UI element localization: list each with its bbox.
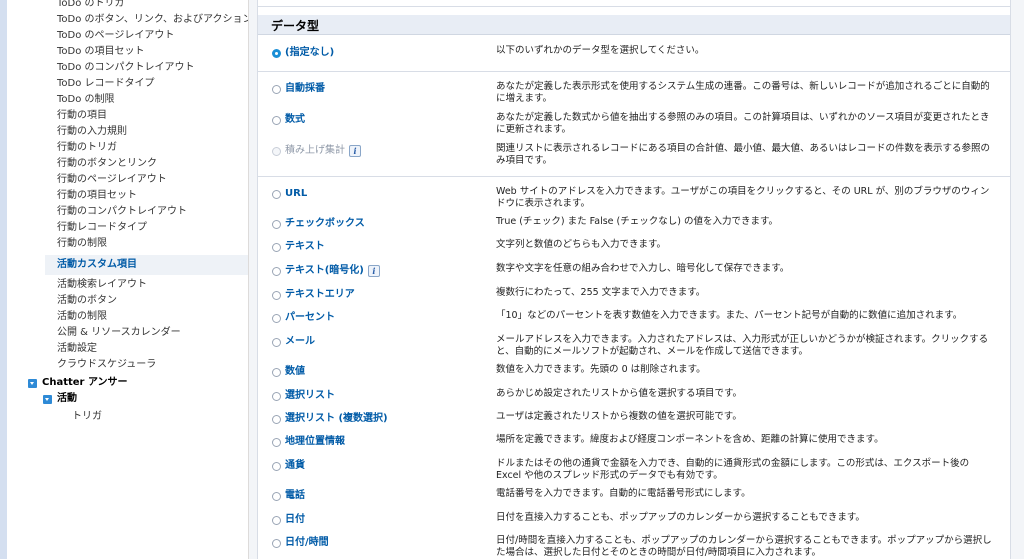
type-label-text[interactable]: テキスト [285,241,325,253]
sidebar-item-todo-compact-layouts[interactable]: ToDo のコンパクトレイアウト [57,62,195,74]
radio-email[interactable] [272,338,281,347]
type-desc-phone: 電話番号を入力できます。自動的に電話番号形式にします。 [496,488,751,499]
sidebar-item-todo-buttons[interactable]: ToDo のボタン、リンク、およびアクション [57,14,248,26]
collapse-icon[interactable] [28,378,37,388]
sidebar-item-todo-page-layouts[interactable]: ToDo のページレイアウト [57,30,174,42]
sidebar-item-todo-record-types[interactable]: ToDo レコードタイプ [57,78,155,90]
sidebar-item-public-resource-calendars[interactable]: 公開 & リソースカレンダー [57,327,181,339]
sidebar-item-event-record-types[interactable]: 行動レコードタイプ [57,222,147,234]
type-desc-number: 数値を入力できます。先頭の 0 は削除されます。 [496,364,706,375]
data-type-panel: データ型 (指定なし) 以下のいずれかのデータ型を選択してください。 自動採番 … [257,0,1011,559]
panel-top-border [258,0,1010,7]
radio-phone[interactable] [272,492,281,501]
type-label-roll-up-summary[interactable]: 積み上げ集計 i [285,145,361,157]
type-label-email[interactable]: メール [285,336,315,348]
sidebar-group-activity[interactable]: 活動 [43,393,77,405]
sidebar-item-event-field-sets[interactable]: 行動の項目セット [57,190,137,202]
type-label-checkbox[interactable]: チェックボックス [285,218,365,230]
type-label-text-area[interactable]: テキストエリア [285,289,355,301]
sidebar-item-event-limits[interactable]: 行動の制限 [57,238,107,250]
radio-roll-up-summary[interactable] [272,147,281,156]
type-desc-text: 文字列と数値のどちらも入力できます。 [496,239,667,250]
info-icon[interactable]: i [367,265,380,277]
type-label-date[interactable]: 日付 [285,514,305,526]
type-label-currency[interactable]: 通貨 [285,460,305,472]
radio-number[interactable] [272,368,281,377]
divider [258,71,1010,72]
type-desc-percent: 「10」などのパーセントを表す数値を入力できます。また、パーセント記号が自動的に… [496,310,963,321]
radio-text[interactable] [272,243,281,252]
sidebar-item-activity-custom-fields[interactable]: 活動カスタム項目 [45,255,248,275]
radio-text-encrypted[interactable] [272,267,281,276]
sidebar-item-activity-settings[interactable]: 活動設定 [57,343,97,355]
sidebar-item-event-fields[interactable]: 行動の項目 [57,110,107,122]
radio-currency[interactable] [272,462,281,471]
divider [258,176,1010,177]
type-desc-roll-up-summary: 関連リストに表示されるレコードにある項目の合計値、最小値、最大値、あるいはレコー… [496,143,991,166]
type-label-url[interactable]: URL [285,188,307,200]
sidebar-group-chatter-answers[interactable]: Chatter アンサー [28,377,128,389]
sidebar-item-todo-limits[interactable]: ToDo の制限 [57,94,115,106]
type-desc-text-area: 複数行にわたって、255 文字まで入力できます。 [496,287,706,298]
type-desc-text-encrypted: 数字や文字を任意の組み合わせで入力し、暗号化して保存できます。 [496,263,790,274]
sidebar-item-activity-limits[interactable]: 活動の制限 [57,311,107,323]
type-desc-email: メールアドレスを入力できます。入力されたアドレスは、入力形式が正しいかどうかが検… [496,334,989,357]
type-label-text-encrypted[interactable]: テキスト(暗号化) i [285,265,380,277]
type-label-percent[interactable]: パーセント [285,312,335,324]
radio-none[interactable] [272,49,281,58]
radio-multi-picklist[interactable] [272,415,281,424]
radio-url[interactable] [272,190,281,199]
type-desc-picklist: あらかじめ設定されたリストから値を選択する項目です。 [496,388,743,399]
type-desc-checkbox: True (チェック) また False (チェックなし) の値を入力できます。 [496,216,779,227]
sidebar-item-activity-buttons[interactable]: 活動のボタン [57,295,117,307]
type-label-formula[interactable]: 数式 [285,114,305,126]
sidebar-item-event-compact-layouts[interactable]: 行動のコンパクトレイアウト [57,206,187,218]
sidebar-item-event-triggers[interactable]: 行動のトリガ [57,142,117,154]
type-desc-currency: ドルまたはその他の通貨で金額を入力でき、自動的に通貨形式の金額にします。この形式… [496,458,970,481]
type-label-text: テキスト(暗号化) [285,265,364,276]
sidebar-item-todo-triggers[interactable]: ToDo のトリガ [57,0,125,10]
type-label-multi-picklist[interactable]: 選択リスト (複数選択) [285,413,388,425]
type-desc-url: Web サイトのアドレスを入力できます。ユーザがこの項目をクリックすると、その … [496,186,990,209]
type-desc-multi-picklist: ユーザは定義されたリストから複数の値を選択可能です。 [496,411,742,422]
type-label-auto-number[interactable]: 自動採番 [285,83,325,95]
type-label-picklist[interactable]: 選択リスト [285,390,335,402]
radio-geolocation[interactable] [272,438,281,447]
sidebar-item-activity-search-layouts[interactable]: 活動検索レイアウト [57,279,147,291]
left-edge-strip [0,0,7,559]
collapse-icon[interactable] [43,394,52,404]
type-label-geolocation[interactable]: 地理位置情報 [285,436,345,448]
section-title: データ型 [271,19,320,33]
sidebar-item-event-validation-rules[interactable]: 行動の入力規則 [57,126,127,138]
type-desc-geolocation: 場所を定義できます。緯度および経度コンポーネントを含め、距離の計算に使用できます… [496,434,884,445]
radio-percent[interactable] [272,314,281,323]
radio-date-time[interactable] [272,539,281,548]
radio-text-area[interactable] [272,291,281,300]
radio-picklist[interactable] [272,392,281,401]
sidebar-group-label: 活動 [57,393,77,404]
type-label-number[interactable]: 数値 [285,366,305,378]
sidebar-item-cloud-scheduler[interactable]: クラウドスケジューラ [57,359,156,371]
type-desc-date: 日付を直接入力することも、ポップアップのカレンダーから選択することもできます。 [496,512,865,523]
type-label-date-time[interactable]: 日付/時間 [285,537,329,549]
sidebar-item-event-page-layouts[interactable]: 行動のページレイアウト [57,174,167,186]
info-icon[interactable]: i [349,145,361,157]
type-label-phone[interactable]: 電話 [285,490,305,502]
radio-formula[interactable] [272,116,281,125]
section-header: データ型 [258,15,1010,35]
radio-checkbox[interactable] [272,220,281,229]
radio-auto-number[interactable] [272,85,281,94]
type-desc-date-time: 日付/時間を直接入力することも、ポップアップのカレンダーから選択することもできま… [496,535,992,558]
type-label-none[interactable]: (指定なし) [285,47,334,59]
setup-sidebar: ToDo のトリガ ToDo のボタン、リンク、およびアクション ToDo のペ… [7,0,249,559]
type-desc-none: 以下のいずれかのデータ型を選択してください。 [496,45,705,56]
radio-date[interactable] [272,516,281,525]
sidebar-item-activity-triggers[interactable]: トリガ [72,411,102,423]
type-desc-formula: あなたが定義した数式から値を抽出する参照のみの項目。この計算項目は、いずれかのソ… [496,112,990,135]
sidebar-item-todo-field-sets[interactable]: ToDo の項目セット [57,46,145,58]
sidebar-group-label: Chatter アンサー [42,377,128,388]
type-desc-auto-number: あなたが定義した表示形式を使用するシステム生成の連番。この番号は、新しいレコード… [496,81,990,104]
sidebar-item-event-buttons-links[interactable]: 行動のボタンとリンク [57,158,157,170]
type-label-text: 積み上げ集計 [285,145,345,156]
